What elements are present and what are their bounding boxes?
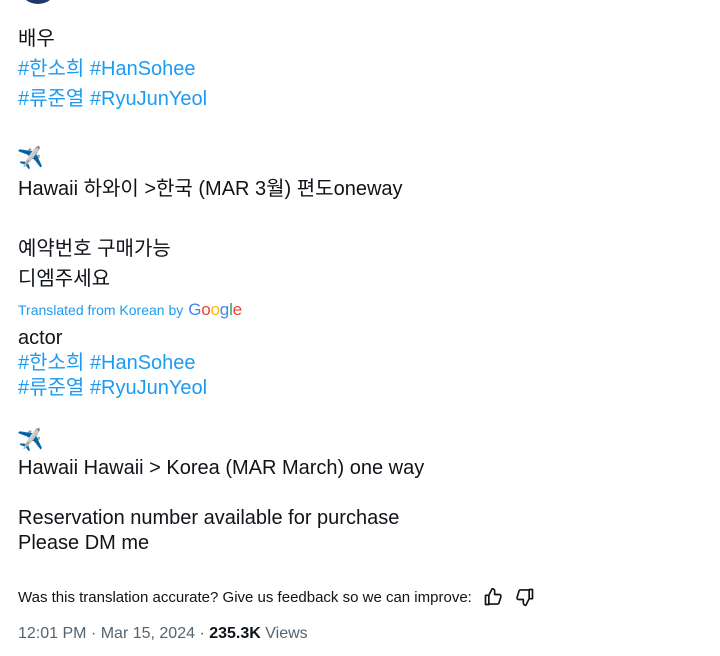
translated-reserve: Reservation number available for purchas… bbox=[18, 507, 400, 529]
translated-line-actor: actor bbox=[18, 327, 63, 349]
thumbs-up-icon[interactable] bbox=[482, 586, 504, 608]
meta-separator: · bbox=[90, 625, 97, 642]
hashtag-link[interactable]: #한소희 bbox=[18, 352, 84, 374]
meta-separator: · bbox=[199, 625, 205, 642]
tweet-date[interactable]: Mar 15, 2024 bbox=[101, 625, 195, 642]
translated-hashtags-2: #류준열 #RyuJunYeol bbox=[18, 376, 698, 401]
google-logo: Google bbox=[188, 300, 242, 319]
plane-line: ✈️ bbox=[16, 144, 698, 174]
hashtag-link[interactable]: #한소희 bbox=[18, 58, 84, 80]
feedback-question: Was this translation accurate? Give us f… bbox=[18, 588, 472, 606]
hashtag-link[interactable]: #RyuJunYeol bbox=[90, 88, 207, 110]
tweet-meta: 12:01 PM · Mar 15, 2024 · 235.3K Views bbox=[18, 622, 698, 646]
hashtag-link[interactable]: #류준열 bbox=[18, 88, 84, 110]
original-route: Hawaii 하와이 >한국 (MAR 3월) 편도oneway bbox=[18, 178, 403, 200]
views-label: Views bbox=[265, 625, 308, 642]
hashtag-link[interactable]: #류준열 bbox=[18, 377, 84, 399]
translation-feedback: Was this translation accurate? Give us f… bbox=[18, 586, 698, 608]
translated-text: actor #한소희 #HanSohee #류준열 #RyuJunYeol ✈️… bbox=[16, 326, 698, 556]
hashtag-link[interactable]: #HanSohee bbox=[90, 58, 196, 80]
plane-line: ✈️ bbox=[16, 426, 698, 456]
airplane-icon: ✈️ bbox=[16, 428, 45, 454]
original-hashtags-2: #류준열 #RyuJunYeol bbox=[18, 84, 698, 114]
tweet-body: 배우 #한소희 #HanSohee #류준열 #RyuJunYeol ✈️ Ha… bbox=[16, 24, 698, 646]
original-dm: 디엠주세요 bbox=[18, 268, 110, 290]
translation-label: Translated from Korean by bbox=[18, 302, 184, 318]
airplane-icon: ✈️ bbox=[16, 146, 45, 172]
translation-attribution[interactable]: Translated from Korean by Google bbox=[18, 300, 698, 320]
original-line-actor: 배우 bbox=[18, 28, 55, 50]
hashtag-link[interactable]: #HanSohee bbox=[90, 352, 196, 374]
thumbs-down-icon[interactable] bbox=[514, 586, 536, 608]
translated-hashtags-1: #한소희 #HanSohee bbox=[18, 351, 698, 376]
original-reserve: 예약번호 구매가능 bbox=[18, 238, 171, 260]
avatar[interactable] bbox=[18, 0, 58, 4]
translated-route: Hawaii Hawaii > Korea (MAR March) one wa… bbox=[18, 457, 425, 479]
hashtag-link[interactable]: #RyuJunYeol bbox=[90, 377, 207, 399]
tweet-time[interactable]: 12:01 PM bbox=[18, 625, 86, 642]
views-count: 235.3K bbox=[209, 625, 261, 642]
original-hashtags-1: #한소희 #HanSohee bbox=[18, 54, 698, 84]
translated-dm: Please DM me bbox=[18, 532, 150, 554]
original-text: 배우 #한소희 #HanSohee #류준열 #RyuJunYeol ✈️ Ha… bbox=[16, 24, 698, 294]
